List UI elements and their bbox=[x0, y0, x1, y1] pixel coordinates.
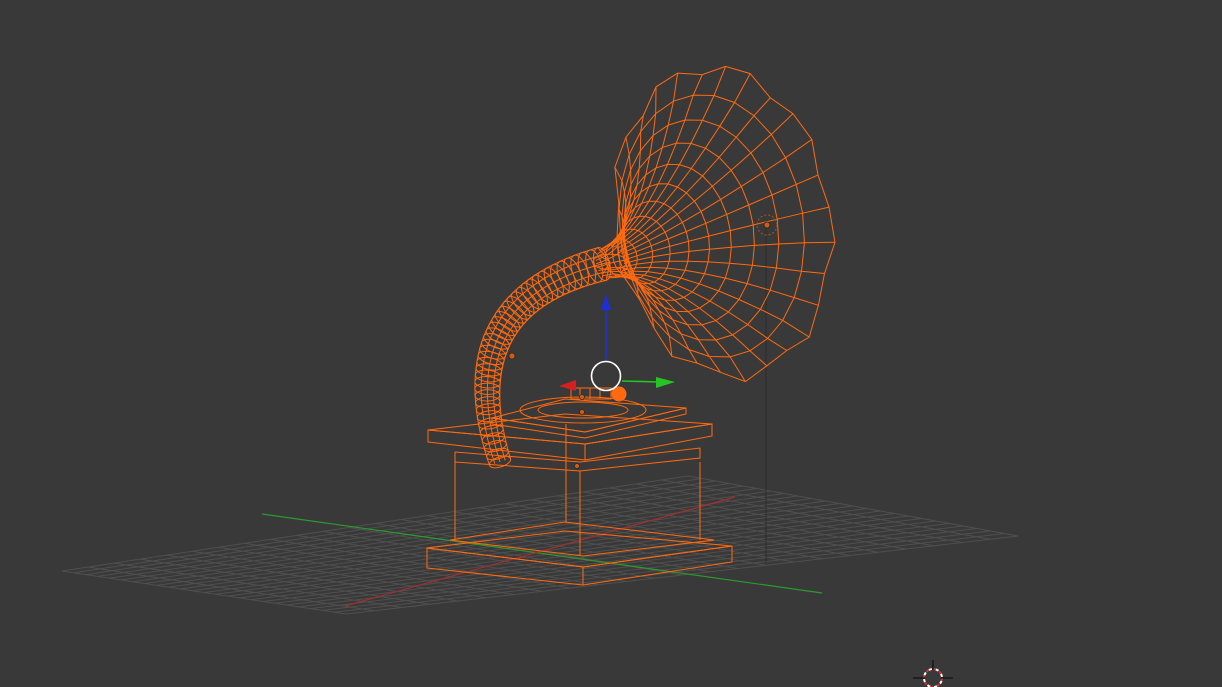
lamp-icon[interactable] bbox=[756, 214, 778, 236]
viewport-canvas[interactable] bbox=[0, 0, 1222, 687]
turntable-platter[interactable] bbox=[491, 396, 687, 439]
x-axis-line bbox=[344, 496, 736, 607]
horn-spoke bbox=[610, 66, 727, 247]
horn-bell[interactable] bbox=[595, 65, 836, 383]
gramophone-mesh[interactable] bbox=[426, 65, 836, 586]
floor-grid bbox=[61, 475, 1019, 615]
z-arrow-head[interactable] bbox=[601, 294, 611, 310]
horn-ring bbox=[614, 65, 836, 383]
x-arrow-head[interactable] bbox=[559, 380, 576, 391]
neck-edge bbox=[486, 261, 611, 463]
horn-spoke bbox=[622, 266, 819, 306]
y-arrow-head[interactable] bbox=[656, 377, 675, 388]
3d-cursor-icon[interactable] bbox=[913, 660, 953, 687]
3d-viewport[interactable] bbox=[0, 0, 1222, 687]
y-arrow-shaft[interactable] bbox=[621, 380, 661, 383]
manipulator-center-ring[interactable] bbox=[590, 360, 622, 392]
